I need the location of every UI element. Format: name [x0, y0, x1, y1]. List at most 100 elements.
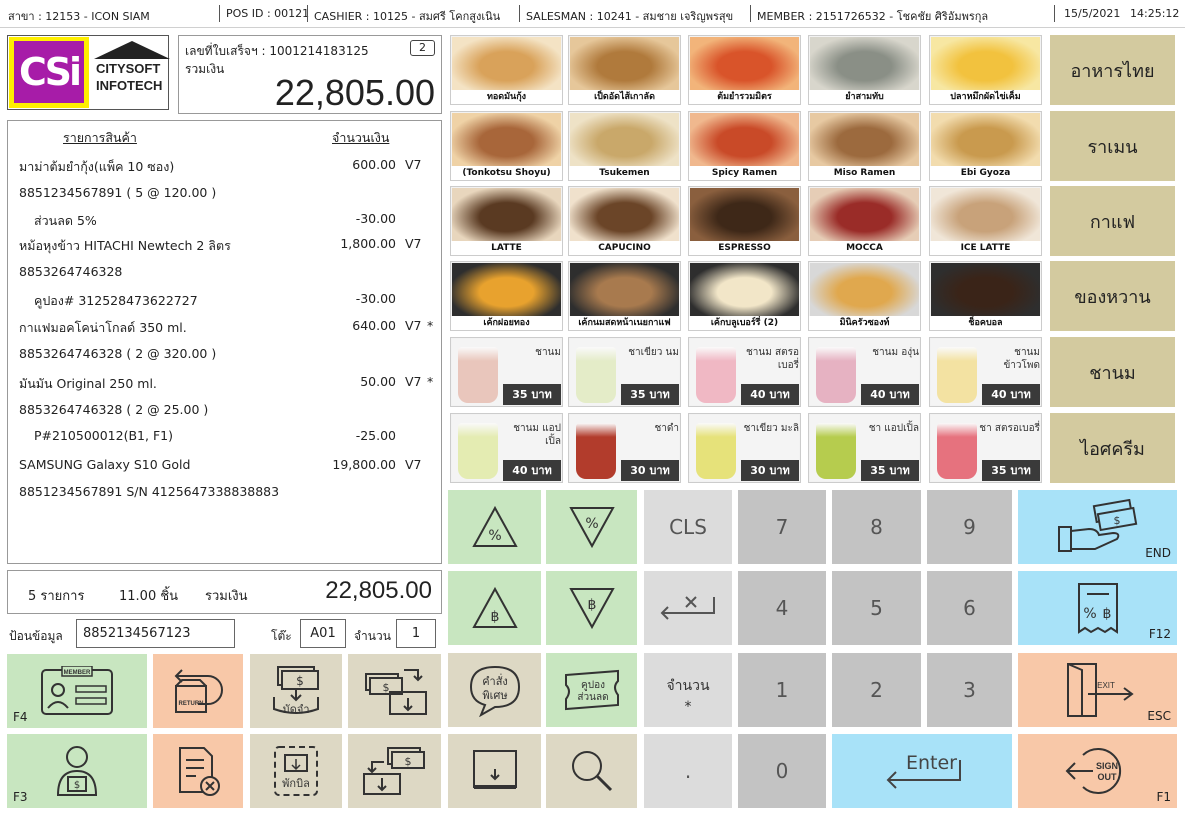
- baht-discount-bill-button[interactable]: ฿: [546, 571, 637, 645]
- hold-bill-icon: พักบิล: [274, 746, 318, 796]
- drink-tile[interactable]: ชานม องุ่น 40 บาท: [808, 337, 921, 407]
- key-0[interactable]: 0: [738, 734, 826, 808]
- product-tile[interactable]: ยำสามทับ: [808, 35, 921, 105]
- key-9[interactable]: 9: [927, 490, 1012, 564]
- product-tile[interactable]: ทอดมันกุ้ง: [450, 35, 563, 105]
- return-button[interactable]: RETURN: [153, 654, 243, 728]
- payment-options-button[interactable]: % ฿ F12: [1018, 571, 1177, 645]
- item-row[interactable]: หม้อหุงข้าว HITACHI Newtech 2 ลิตร 1,800.…: [8, 236, 443, 256]
- drink-tile[interactable]: ชานม ข้าวโพด 40 บาท: [929, 337, 1042, 407]
- special-order-button[interactable]: คำสั่ง พิเศษ: [448, 653, 541, 727]
- drink-tile[interactable]: ชาเขียว มะลิ 30 บาท: [688, 413, 801, 483]
- key-1[interactable]: 1: [738, 653, 826, 727]
- product-caption: LATTE: [451, 241, 562, 255]
- product-tile[interactable]: เค้กบลูเบอร์รี่ (2): [688, 261, 801, 331]
- coupon-button[interactable]: คูปอง ส่วนลด: [546, 653, 637, 727]
- backspace-button[interactable]: [644, 571, 732, 645]
- product-tile[interactable]: เป็ดอัดไส้เกาลัด: [568, 35, 681, 105]
- enter-button[interactable]: Enter: [832, 734, 1012, 808]
- item-row[interactable]: SAMSUNG Galaxy S10 Gold 19,800.00 V7: [8, 457, 443, 477]
- item-row[interactable]: 8851234567891 S/N 4125647338838883: [8, 484, 443, 504]
- member-info-button[interactable]: $ F3: [7, 734, 147, 808]
- product-tile[interactable]: Tsukemen: [568, 111, 681, 181]
- item-list[interactable]: รายการสินค้า จำนวนเงิน มาม่าต้มยำกุ้ง(แพ…: [7, 120, 442, 564]
- key-6[interactable]: 6: [927, 571, 1012, 645]
- product-tile[interactable]: MOCCA: [808, 186, 921, 256]
- category-thai-food[interactable]: อาหารไทย: [1050, 35, 1175, 105]
- item-row[interactable]: มันมัน Original 250 ml. 50.00 V7 *: [8, 374, 443, 394]
- product-tile[interactable]: มินิครัวซองท์: [808, 261, 921, 331]
- product-tile[interactable]: CAPUCINO: [568, 186, 681, 256]
- item-row[interactable]: 8853264746328 ( 2 @ 320.00 ): [8, 346, 443, 366]
- deposit-text: มัดจำ: [282, 703, 309, 716]
- item-row[interactable]: P#210500012(B1, F1) -25.00: [8, 428, 443, 448]
- key-7[interactable]: 7: [738, 490, 826, 564]
- void-bill-button[interactable]: [153, 734, 243, 808]
- product-caption: ทอดมันกุ้ง: [451, 90, 562, 104]
- drink-tile[interactable]: ชาเขียว นม 35 บาท: [568, 337, 681, 407]
- product-tile[interactable]: ESPRESSO: [688, 186, 801, 256]
- data-entry-field[interactable]: 8852134567123: [76, 619, 235, 648]
- product-tile[interactable]: Spicy Ramen: [688, 111, 801, 181]
- search-button[interactable]: [546, 734, 637, 808]
- product-image: [690, 263, 799, 316]
- product-tile[interactable]: เค้กฝอยทอง: [450, 261, 563, 331]
- item-row[interactable]: มาม่าต้มยำกุ้ง(แพ็ค 10 ซอง) 600.00 V7: [8, 157, 443, 177]
- category-dessert[interactable]: ของหวาน: [1050, 261, 1175, 331]
- message-badge[interactable]: 2: [410, 40, 435, 56]
- open-drawer-button[interactable]: [448, 734, 541, 808]
- item-row[interactable]: 8853264746328 ( 2 @ 25.00 ): [8, 402, 443, 422]
- drink-tile[interactable]: ชานม สตรอเบอรี่ 40 บาท: [688, 337, 801, 407]
- key-8[interactable]: 8: [832, 490, 921, 564]
- deposit-button[interactable]: $ มัดจำ: [250, 654, 342, 728]
- clear-button[interactable]: CLS: [644, 490, 732, 564]
- item-row[interactable]: คูปอง# 312528473622727 -30.00: [8, 291, 443, 311]
- payment-button[interactable]: $ END: [1018, 490, 1177, 564]
- sign-out-line-2: OUT: [1097, 772, 1117, 782]
- category-coffee[interactable]: กาแฟ: [1050, 186, 1175, 256]
- member-button[interactable]: MEMBER F4: [7, 654, 147, 728]
- key-2[interactable]: 2: [832, 653, 921, 727]
- category-ice-cream[interactable]: ไอศครีม: [1050, 413, 1175, 483]
- product-tile[interactable]: Miso Ramen: [808, 111, 921, 181]
- item-row[interactable]: 8853264746328: [8, 264, 443, 284]
- product-tile[interactable]: ต้มยำรวมมิตร: [688, 35, 801, 105]
- drink-tile[interactable]: ชา แอปเปิ้ล 35 บาท: [808, 413, 921, 483]
- item-row[interactable]: 8851234567891 ( 5 @ 120.00 ): [8, 185, 443, 205]
- product-tile[interactable]: (Tonkotsu Shoyu): [450, 111, 563, 181]
- hold-bill-button[interactable]: พักบิล: [250, 734, 342, 808]
- quantity-field[interactable]: 1: [396, 619, 436, 648]
- percent-discount-bill-button[interactable]: %: [546, 490, 637, 564]
- item-row[interactable]: กาแฟมอคโคน่าโกลด์ 350 ml. 640.00 V7 *: [8, 318, 443, 338]
- drink-tile[interactable]: ชา สตรอเบอรี่ 35 บาท: [929, 413, 1042, 483]
- sign-out-button[interactable]: SIGN OUT F1: [1018, 734, 1177, 808]
- return-box-icon: RETURN: [174, 669, 223, 713]
- table-field[interactable]: A01: [300, 619, 346, 648]
- product-tile[interactable]: ช็อคบอล: [929, 261, 1042, 331]
- key-3[interactable]: 3: [927, 653, 1012, 727]
- key-decimal[interactable]: .: [644, 734, 732, 808]
- product-tile[interactable]: ปลาหมึกผัดไข่เค็ม: [929, 35, 1042, 105]
- drink-tile[interactable]: ชาดำ 30 บาท: [568, 413, 681, 483]
- product-tile[interactable]: LATTE: [450, 186, 563, 256]
- svg-text:$: $: [74, 780, 80, 791]
- baht-triangle-down-icon: ฿: [568, 588, 615, 630]
- category-ramen[interactable]: ราเมน: [1050, 111, 1175, 181]
- product-tile[interactable]: เค้กนมสดหน้าเนยกาแฟ: [568, 261, 681, 331]
- product-tile[interactable]: Ebi Gyoza: [929, 111, 1042, 181]
- item-row[interactable]: ส่วนลด 5% -30.00: [8, 211, 443, 231]
- exit-button[interactable]: EXIT ESC: [1018, 653, 1177, 727]
- cash-transfer-button[interactable]: $: [348, 654, 441, 728]
- product-tile[interactable]: ICE LATTE: [929, 186, 1042, 256]
- baht-discount-item-button[interactable]: ฿: [448, 571, 541, 645]
- category-milk-tea[interactable]: ชานม: [1050, 337, 1175, 407]
- key-4[interactable]: 4: [738, 571, 826, 645]
- key-5[interactable]: 5: [832, 571, 921, 645]
- percent-discount-item-button[interactable]: %: [448, 490, 541, 564]
- divider: [750, 5, 751, 22]
- drink-tile[interactable]: ชานม 35 บาท: [450, 337, 563, 407]
- drink-tile[interactable]: ชานม แอปเปิ้ล 40 บาท: [450, 413, 563, 483]
- cash-drawer-button[interactable]: $: [348, 734, 441, 808]
- quantity-multiply-button[interactable]: จำนวน *: [644, 653, 732, 727]
- deposit-money-icon: $ มัดจำ: [273, 666, 319, 716]
